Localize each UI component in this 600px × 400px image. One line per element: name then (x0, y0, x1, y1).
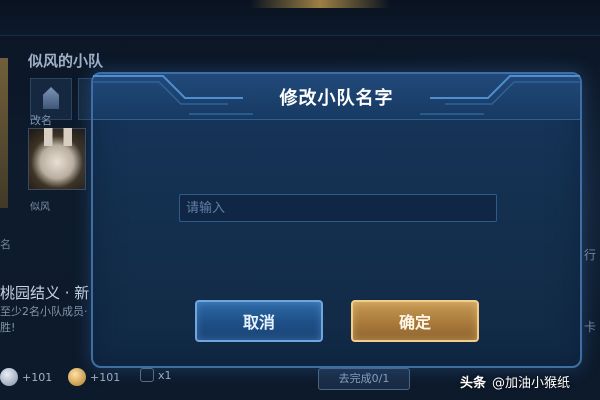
task-description: 至少2名小队成员· 胜! (0, 305, 88, 334)
rename-team-dialog: 修改小队名字 取消 确定 (91, 72, 582, 368)
team-title: 似风的小队 (28, 52, 104, 70)
confirm-button[interactable]: 确定 (351, 300, 479, 342)
reward-amount: x1 (158, 368, 172, 382)
rename-label: 改名 (30, 114, 52, 127)
dialog-header: 修改小队名字 (93, 74, 580, 120)
reward-amount: +101 (90, 370, 121, 384)
side-label: 卡 (584, 320, 597, 334)
top-glow-decoration (250, 0, 390, 8)
watermark-brand: 头条 (460, 375, 487, 391)
heart-icon (140, 368, 154, 382)
watermark-account: @加油小猴纸 (492, 375, 571, 391)
task-title: 桃园结义 · 新 (0, 284, 90, 302)
reward-item: x1 (140, 368, 172, 382)
watermark: 头条 @加油小猴纸 (460, 370, 570, 392)
member-name: 似风 (30, 202, 50, 213)
go-complete-button[interactable]: 去完成0/1 (318, 368, 410, 390)
rabbit-avatar-icon (44, 128, 72, 146)
panel-edge-decoration (0, 58, 8, 208)
cancel-button[interactable]: 取消 (195, 300, 323, 342)
reward-amount: +101 (22, 370, 53, 384)
dialog-title: 修改小队名字 (279, 88, 394, 109)
reward-item: +101 (0, 368, 52, 386)
team-name-input[interactable] (179, 194, 497, 222)
side-label: 行 (584, 248, 597, 262)
cancel-button-label: 取消 (242, 313, 275, 332)
rank-icon (43, 87, 59, 109)
gold-coin-icon (68, 368, 86, 386)
silver-coin-icon (0, 368, 18, 386)
side-label: 名 (0, 238, 11, 251)
confirm-button-label: 确定 (398, 313, 431, 332)
reward-item: +101 (68, 368, 120, 386)
